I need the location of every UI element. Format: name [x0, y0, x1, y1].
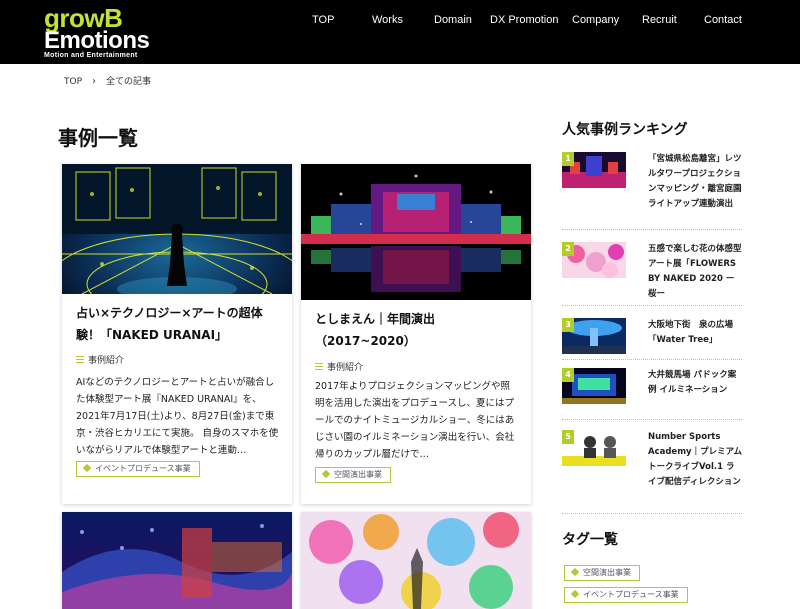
- article-thumbnail[interactable]: [301, 164, 531, 300]
- article-category[interactable]: 事例紹介: [76, 353, 124, 366]
- tag-icon: [570, 589, 580, 599]
- nav-works[interactable]: Works: [372, 14, 403, 26]
- ranking-heading: 人気事例ランキング: [562, 122, 688, 138]
- ranking-title[interactable]: 五感で楽しむ花の体感型アート展「FLOWERS BY NAKED 2020 ー桜…: [648, 242, 742, 302]
- ranking-item[interactable]: 1 「宮城県松島離宮」レツルタワープロジェクションマッピング・離宮庭園ライトアッ…: [562, 152, 742, 230]
- ranking-title[interactable]: Number Sports Academy｜プレミアムトークライブVol.1 ラ…: [648, 430, 742, 490]
- nav-top[interactable]: TOP: [312, 14, 334, 26]
- article-excerpt: AIなどのテクノロジーとアートと占いが融合した体験型アート展『NAKED URA…: [76, 377, 279, 456]
- article-excerpt: 2017年よりプロジェクションマッピングや照明を活用した演出をプロデュースし、夏…: [315, 381, 515, 460]
- nav-domain[interactable]: Domain: [434, 14, 472, 26]
- article-thumbnail[interactable]: [62, 164, 292, 294]
- page-title: 事例一覧: [58, 126, 138, 150]
- ranking-number: 1: [562, 152, 574, 166]
- article-title[interactable]: としまえん｜年間演出（2017~2020）: [315, 308, 519, 352]
- article-card[interactable]: [62, 512, 292, 609]
- logo-line2: Emotions: [44, 27, 150, 54]
- ranking-title[interactable]: 大阪地下街 泉の広場「Water Tree」: [648, 318, 742, 348]
- sidebar-tag[interactable]: 空間演出事業: [564, 565, 640, 581]
- ranking-number: 4: [562, 368, 574, 382]
- breadcrumb-home[interactable]: TOP: [64, 77, 82, 87]
- list-icon: [315, 363, 323, 370]
- ranking-item[interactable]: 5 Number Sports Academy｜プレミアムトークライブVol.1…: [562, 430, 742, 514]
- site-header: growB Emotions Motion and Entertainment …: [0, 0, 800, 64]
- breadcrumb-separator: ›: [92, 76, 97, 87]
- tags-heading: タグ一覧: [562, 532, 618, 548]
- article-category-label: 事例紹介: [327, 363, 364, 373]
- list-icon: [76, 356, 84, 363]
- article-card[interactable]: 占い×テクノロジー×アートの超体験！「NAKED URANAI」 事例紹介 AI…: [62, 164, 292, 504]
- ranking-number: 5: [562, 430, 574, 444]
- sidebar-tag-label: イベントプロデュース事業: [583, 590, 679, 599]
- nav-recruit[interactable]: Recruit: [642, 14, 677, 26]
- nav-dx-promotion[interactable]: DX Promotion: [490, 14, 558, 26]
- ranking-item[interactable]: 2 五感で楽しむ花の体感型アート展「FLOWERS BY NAKED 2020 …: [562, 242, 742, 306]
- article-thumbnail[interactable]: [62, 512, 292, 609]
- tag-icon: [321, 469, 331, 479]
- sidebar-tag[interactable]: イベントプロデュース事業: [564, 587, 688, 603]
- breadcrumb-current: 全ての記事: [106, 77, 152, 87]
- article-tag-label: 空間演出事業: [334, 470, 382, 479]
- tag-icon: [82, 463, 92, 473]
- ranking-item[interactable]: 4 大井競馬場 パドック案例 イルミネーション: [562, 368, 742, 420]
- article-card[interactable]: [301, 512, 531, 609]
- article-tag[interactable]: イベントプロデュース事業: [76, 461, 200, 477]
- logo-tagline: Motion and Entertainment: [44, 52, 138, 59]
- article-thumbnail[interactable]: [301, 512, 531, 609]
- ranking-number: 2: [562, 242, 574, 256]
- breadcrumb: TOP › 全ての記事: [64, 74, 151, 87]
- site-logo[interactable]: growB Emotions Motion and Entertainment: [44, 4, 154, 60]
- nav-contact[interactable]: Contact: [704, 14, 742, 26]
- article-tag[interactable]: 空間演出事業: [315, 467, 391, 483]
- tag-icon: [570, 567, 580, 577]
- nav-company[interactable]: Company: [572, 14, 619, 26]
- article-category[interactable]: 事例紹介: [315, 360, 363, 373]
- sidebar-tag-label: 空間演出事業: [583, 568, 631, 577]
- article-tag-label: イベントプロデュース事業: [95, 464, 191, 473]
- ranking-title[interactable]: 大井競馬場 パドック案例 イルミネーション: [648, 368, 742, 398]
- ranking-number: 3: [562, 318, 574, 332]
- ranking-item[interactable]: 3 大阪地下街 泉の広場「Water Tree」: [562, 318, 742, 360]
- article-category-label: 事例紹介: [88, 356, 125, 366]
- article-card[interactable]: としまえん｜年間演出（2017~2020） 事例紹介 2017年よりプロジェクシ…: [301, 164, 531, 504]
- article-title[interactable]: 占い×テクノロジー×アートの超体験！「NAKED URANAI」: [76, 302, 280, 346]
- ranking-title[interactable]: 「宮城県松島離宮」レツルタワープロジェクションマッピング・離宮庭園ライトアップ連…: [648, 152, 742, 212]
